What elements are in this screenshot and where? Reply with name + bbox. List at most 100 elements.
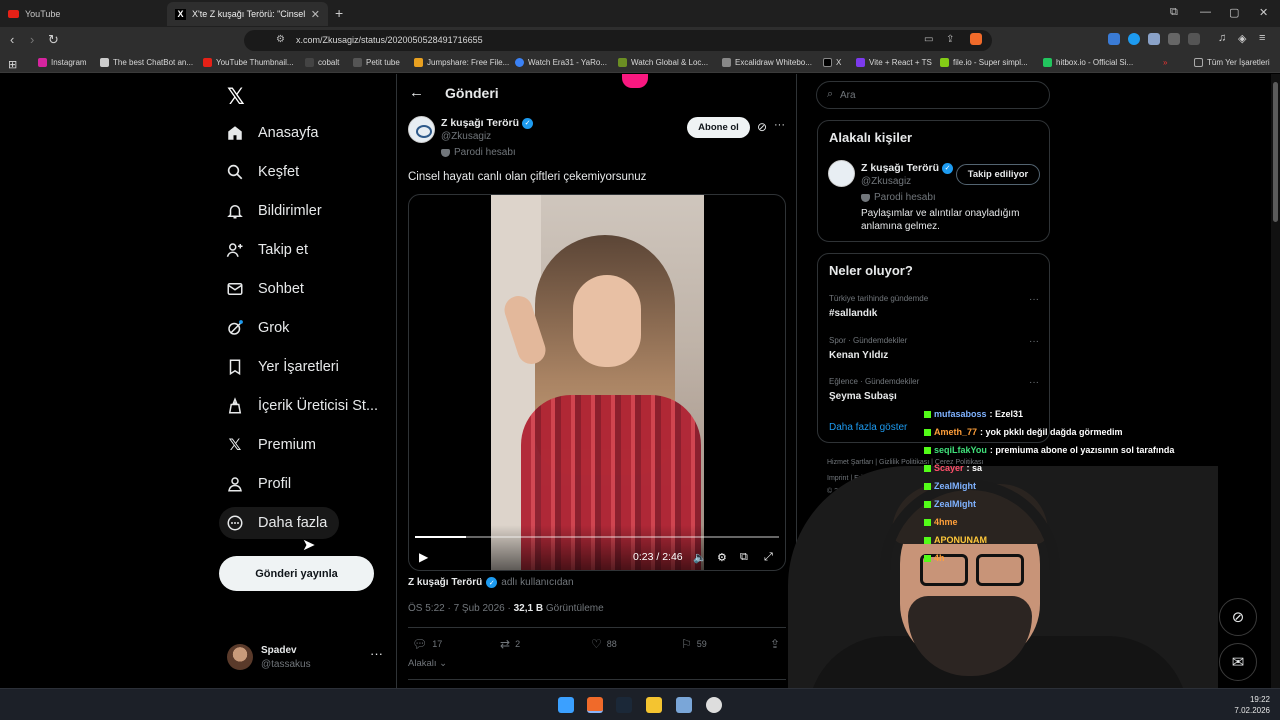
subscribe-button[interactable]: Abone ol — [687, 117, 750, 138]
trend-item[interactable]: Türkiye tarihinde gündemde #sallandık ··… — [829, 294, 1039, 319]
steam-icon[interactable] — [616, 697, 632, 713]
account-switcher[interactable]: Spadev @tassakus ··· — [227, 642, 387, 674]
grok-float-button[interactable]: ⊘ — [1219, 598, 1257, 636]
bookmark-item[interactable]: Excalidraw Whitebo... — [722, 58, 812, 67]
forward-icon[interactable]: › — [30, 32, 34, 47]
repost-button[interactable]: ⇄ 2 — [500, 637, 520, 651]
nav-grok[interactable]: Grok — [226, 319, 289, 337]
person-handle[interactable]: @Zkusagiz — [861, 176, 911, 187]
nav-premium[interactable]: 𝕏 Premium — [226, 436, 316, 454]
attribution-name[interactable]: Z kuşağı Terörü — [408, 577, 482, 588]
avatar[interactable] — [408, 116, 435, 143]
nav-explore[interactable]: Keşfet — [226, 163, 299, 181]
related-toggle[interactable]: Alakalı ⌄ — [408, 658, 447, 669]
nav-chat[interactable]: Sohbet — [226, 280, 304, 298]
post-button[interactable]: Gönderi yayınla — [219, 556, 374, 591]
bookmark-item[interactable]: hitbox.io - Official Si... — [1043, 58, 1133, 67]
file-explorer-icon[interactable] — [646, 697, 662, 713]
site-info-icon[interactable]: ⚙ — [276, 34, 285, 45]
bookmark-item[interactable]: file.io - Super simpl... — [940, 58, 1028, 67]
tab-x-post[interactable]: X X'te Z kuşağı Terörü: "Cinsel hay... ✕ — [167, 2, 328, 26]
new-tab-icon[interactable]: + — [335, 5, 343, 21]
bookmark-item[interactable]: Jumpshare: Free File... — [414, 58, 509, 67]
bookmark-item[interactable]: Watch Era31 - YaRo... — [515, 58, 607, 67]
sidebar-icon[interactable] — [1188, 33, 1200, 45]
bookmark-button[interactable]: ⚐ 59 — [681, 637, 707, 651]
extensions-icon[interactable]: ⧉ — [1170, 6, 1178, 19]
all-bookmarks-folder[interactable]: Tüm Yer İşaretleri — [1194, 58, 1270, 67]
scrollbar-thumb[interactable] — [1273, 82, 1278, 222]
nav-profile[interactable]: Profil — [226, 475, 291, 493]
cast-icon[interactable]: ▭ — [924, 34, 933, 45]
page-scrollbar[interactable] — [1271, 74, 1280, 688]
nav-bookmarks[interactable]: Yer İşaretleri — [226, 358, 339, 376]
brave-shield-icon[interactable] — [970, 33, 982, 45]
show-more-link[interactable]: Daha fazla göster — [829, 422, 907, 433]
url-bar[interactable]: ⚙ x.com/Zkusagiz/status/2020050528491716… — [244, 30, 992, 51]
post-timestamp[interactable]: ÖS 5:22 · 7 Şub 2026 · — [408, 603, 511, 614]
bookmark-item[interactable]: YouTube Thumbnail... — [203, 58, 294, 67]
messages-float-button[interactable]: ✉ — [1219, 643, 1257, 681]
bookmark-item[interactable]: Instagram — [38, 58, 87, 67]
bookmark-item[interactable]: Watch Global & Loc... — [618, 58, 708, 67]
share-icon[interactable]: ⇪ — [946, 34, 954, 45]
bookmark-item[interactable]: X — [823, 58, 841, 67]
more-dots-icon[interactable]: ··· — [1029, 294, 1039, 305]
close-tab-icon[interactable]: ✕ — [311, 8, 320, 21]
video-scrubber[interactable] — [415, 536, 779, 538]
like-button[interactable]: ♡ 88 — [591, 637, 617, 651]
reply-button[interactable]: 💬︎ 17 — [412, 637, 442, 651]
post-author[interactable]: Z kuşağı Terörü ✓ — [441, 117, 533, 129]
video-player[interactable]: ▶ 0:23 / 2:46 🔈 ⚙ ⧉ ⤢ — [408, 194, 786, 571]
settings-gear-icon[interactable]: ⚙ — [717, 551, 727, 564]
remote-desktop-icon[interactable] — [676, 697, 692, 713]
nav-creator-studio[interactable]: İçerik Üreticisi St... — [226, 397, 378, 415]
share-button[interactable]: ⇪ — [770, 637, 780, 651]
windows-start-icon[interactable] — [558, 697, 574, 713]
nav-follow[interactable]: Takip et — [226, 241, 308, 259]
play-icon[interactable]: ▶ — [419, 550, 428, 564]
avatar[interactable] — [828, 160, 855, 187]
extension-icon[interactable] — [1148, 33, 1160, 45]
post-handle[interactable]: @Zkusagiz — [441, 131, 491, 142]
more-bookmarks-icon[interactable]: » — [1163, 58, 1167, 67]
bookmark-item[interactable]: The best ChatBot an... — [100, 58, 193, 67]
nav-more[interactable]: Daha fazla — [226, 514, 327, 532]
extension-icon[interactable] — [1168, 33, 1180, 45]
obs-icon[interactable] — [706, 697, 722, 713]
maximize-icon[interactable]: ▢ — [1229, 6, 1239, 19]
bookmark-item[interactable]: Petit tube — [353, 58, 400, 67]
more-dots-icon[interactable]: ··· — [774, 119, 785, 131]
system-clock[interactable]: 19:22 7.02.2026 — [1234, 694, 1270, 716]
person-name[interactable]: Z kuşağı Terörü ✓ — [861, 162, 953, 174]
back-arrow-icon[interactable]: ← — [409, 84, 424, 101]
close-window-icon[interactable]: ✕ — [1259, 6, 1268, 19]
search-input[interactable]: ⌕ Ara — [816, 81, 1050, 109]
fullscreen-icon[interactable]: ⤢ — [764, 551, 773, 564]
pip-icon[interactable]: ⧉ — [740, 551, 748, 564]
bookmark-item[interactable]: cobalt — [305, 58, 339, 67]
reload-icon[interactable]: ↻ — [48, 32, 59, 48]
more-dots-icon[interactable]: ··· — [370, 646, 383, 661]
video-frame[interactable] — [491, 195, 704, 570]
apps-grid-icon[interactable]: ⊞ — [8, 58, 17, 71]
x-logo-icon[interactable]: 𝕏 — [227, 84, 245, 110]
nav-notifications[interactable]: Bildirimler — [226, 202, 322, 220]
extension-icon[interactable] — [1108, 33, 1120, 45]
tab-youtube[interactable]: YouTube — [0, 2, 165, 26]
back-icon[interactable]: ‹ — [10, 32, 14, 47]
trend-item[interactable]: Spor · Gündemdekiler Kenan Yıldız ··· — [829, 336, 1039, 361]
more-dots-icon[interactable]: ··· — [1029, 377, 1039, 388]
brave-browser-icon[interactable] — [587, 697, 603, 713]
trend-item[interactable]: Eğlence · Gündemdekiler Şeyma Subaşı ··· — [829, 377, 1039, 402]
volume-icon[interactable]: 🔈 — [693, 551, 707, 564]
extension-icon[interactable] — [1128, 33, 1140, 45]
nav-home[interactable]: Anasayfa — [226, 124, 318, 142]
menu-icon[interactable]: ≡ — [1259, 32, 1265, 44]
grok-icon[interactable]: ⊘ — [757, 120, 767, 134]
more-dots-icon[interactable]: ··· — [1029, 336, 1039, 347]
following-button[interactable]: Takip ediliyor — [956, 164, 1040, 185]
music-icon[interactable]: ♫ — [1218, 32, 1226, 44]
shield-icon[interactable]: ◈ — [1238, 32, 1246, 45]
bookmark-item[interactable]: Vite + React + TS — [856, 58, 932, 67]
